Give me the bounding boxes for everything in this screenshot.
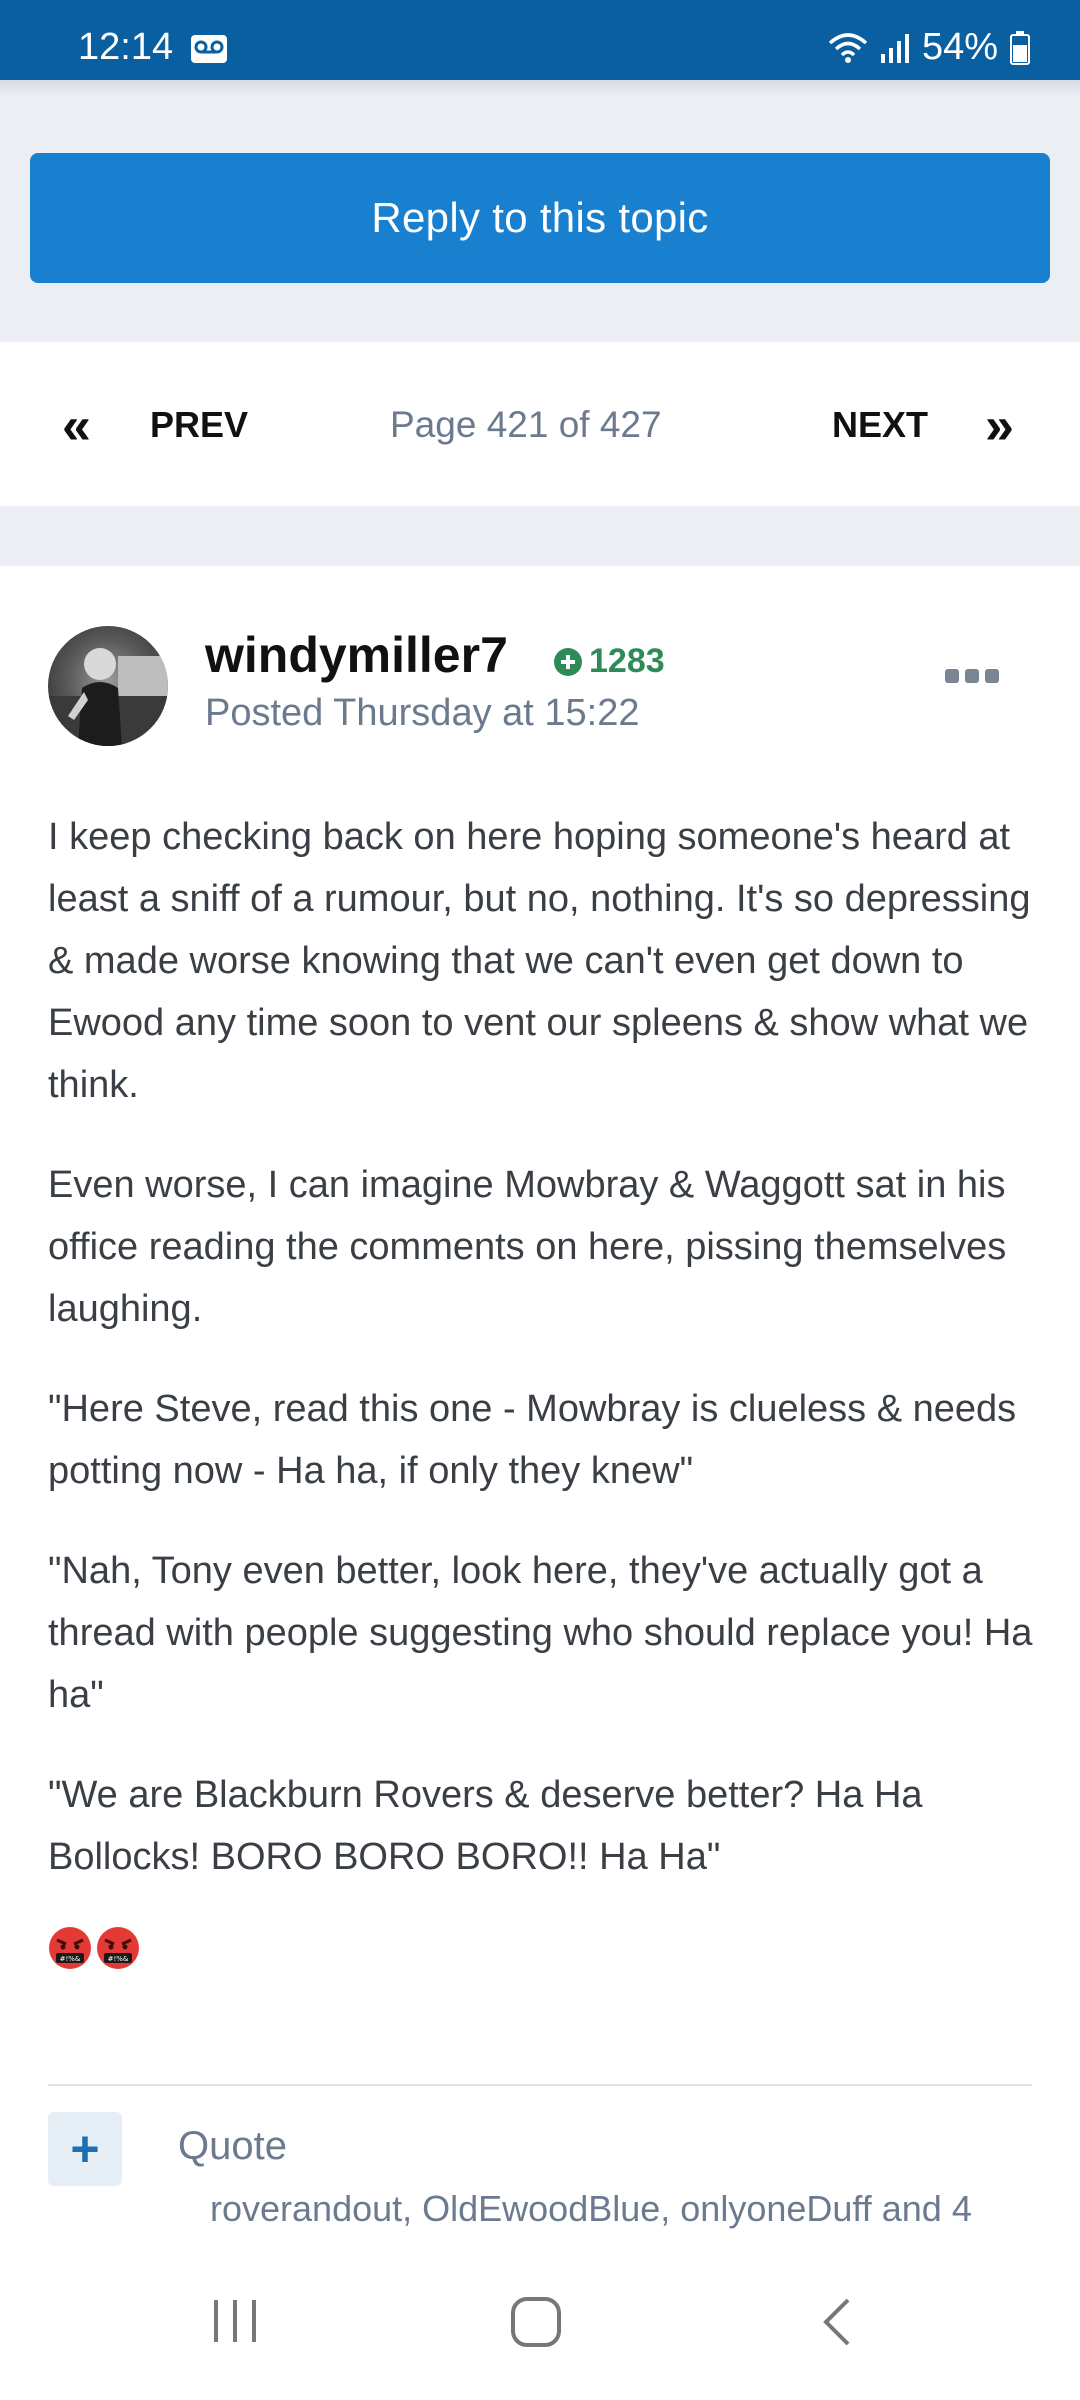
status-bar: 12:14 54% [0,0,1080,80]
status-time: 12:14 [78,26,174,68]
reply-to-topic-button[interactable]: Reply to this topic [30,153,1050,283]
more-dot [985,669,999,683]
post-timestamp[interactable]: Posted Thursday at 15:22 [205,692,639,735]
avatar-photo [48,648,168,746]
more-options-icon[interactable] [945,664,1005,688]
prev-button[interactable]: PREV [150,404,248,446]
svg-text:#!%&: #!%& [60,1955,81,1963]
author-name[interactable]: windymiller7 [205,626,508,684]
pagination: « PREV Page 421 of 427 NEXT » [0,342,1080,506]
post-body: I keep checking back on here hoping some… [48,806,1038,1970]
battery-icon [1010,30,1030,65]
post-paragraph: "We are Blackburn Rovers & deserve bette… [48,1774,923,1878]
post-divider [48,2084,1032,2086]
voicemail-icon [191,35,227,63]
page-indicator[interactable]: Page 421 of 427 [390,404,662,446]
recent-apps-icon[interactable] [210,2298,260,2344]
svg-text:#!%&: #!%& [108,1955,129,1963]
post-paragraph: "Here Steve, read this one - Mowbray is … [48,1388,1017,1492]
reputation-badge[interactable]: 1283 [553,642,665,681]
emoji-row: #!%& #!%& [48,1926,1038,1970]
angry-cursing-face-icon: #!%& [97,1927,139,1969]
post-paragraph: I keep checking back on here hoping some… [48,816,1031,1106]
more-dot [965,669,979,683]
angry-cursing-face-icon: #!%& [49,1927,91,1969]
post-paragraph: Even worse, I can imagine Mowbray & Wagg… [48,1164,1007,1330]
signal-icon [880,33,909,63]
reputation-count: 1283 [589,642,665,680]
screen: 12:14 54% Reply to this topic « PREV Pag… [0,0,1080,2400]
nav-fade [0,2236,1080,2256]
post: windymiller7 1283 Posted Thursday at 15:… [0,566,1080,2266]
quote-button[interactable]: Quote [178,2124,287,2169]
back-icon[interactable] [818,2296,858,2348]
more-dot [945,669,959,683]
multiquote-plus-button[interactable]: + [48,2112,122,2186]
next-arrow-icon[interactable]: » [985,400,1014,452]
plus-circle-icon [554,647,582,676]
status-right: 54% [828,26,1030,69]
battery-percent: 54% [921,26,998,68]
reactions-text[interactable]: roverandout, OldEwoodBlue, onlyoneDuff a… [210,2188,972,2230]
next-button[interactable]: NEXT [832,404,928,446]
avatar[interactable] [48,626,168,746]
home-icon[interactable] [510,2296,562,2348]
wifi-icon [828,32,868,63]
system-nav-bar [0,2236,1080,2400]
prev-arrow-icon[interactable]: « [62,400,91,452]
post-paragraph: "Nah, Tony even better, look here, they'… [48,1550,1033,1716]
header-shadow [0,80,1080,96]
reply-area: Reply to this topic [0,80,1080,342]
section-gap [0,506,1080,566]
